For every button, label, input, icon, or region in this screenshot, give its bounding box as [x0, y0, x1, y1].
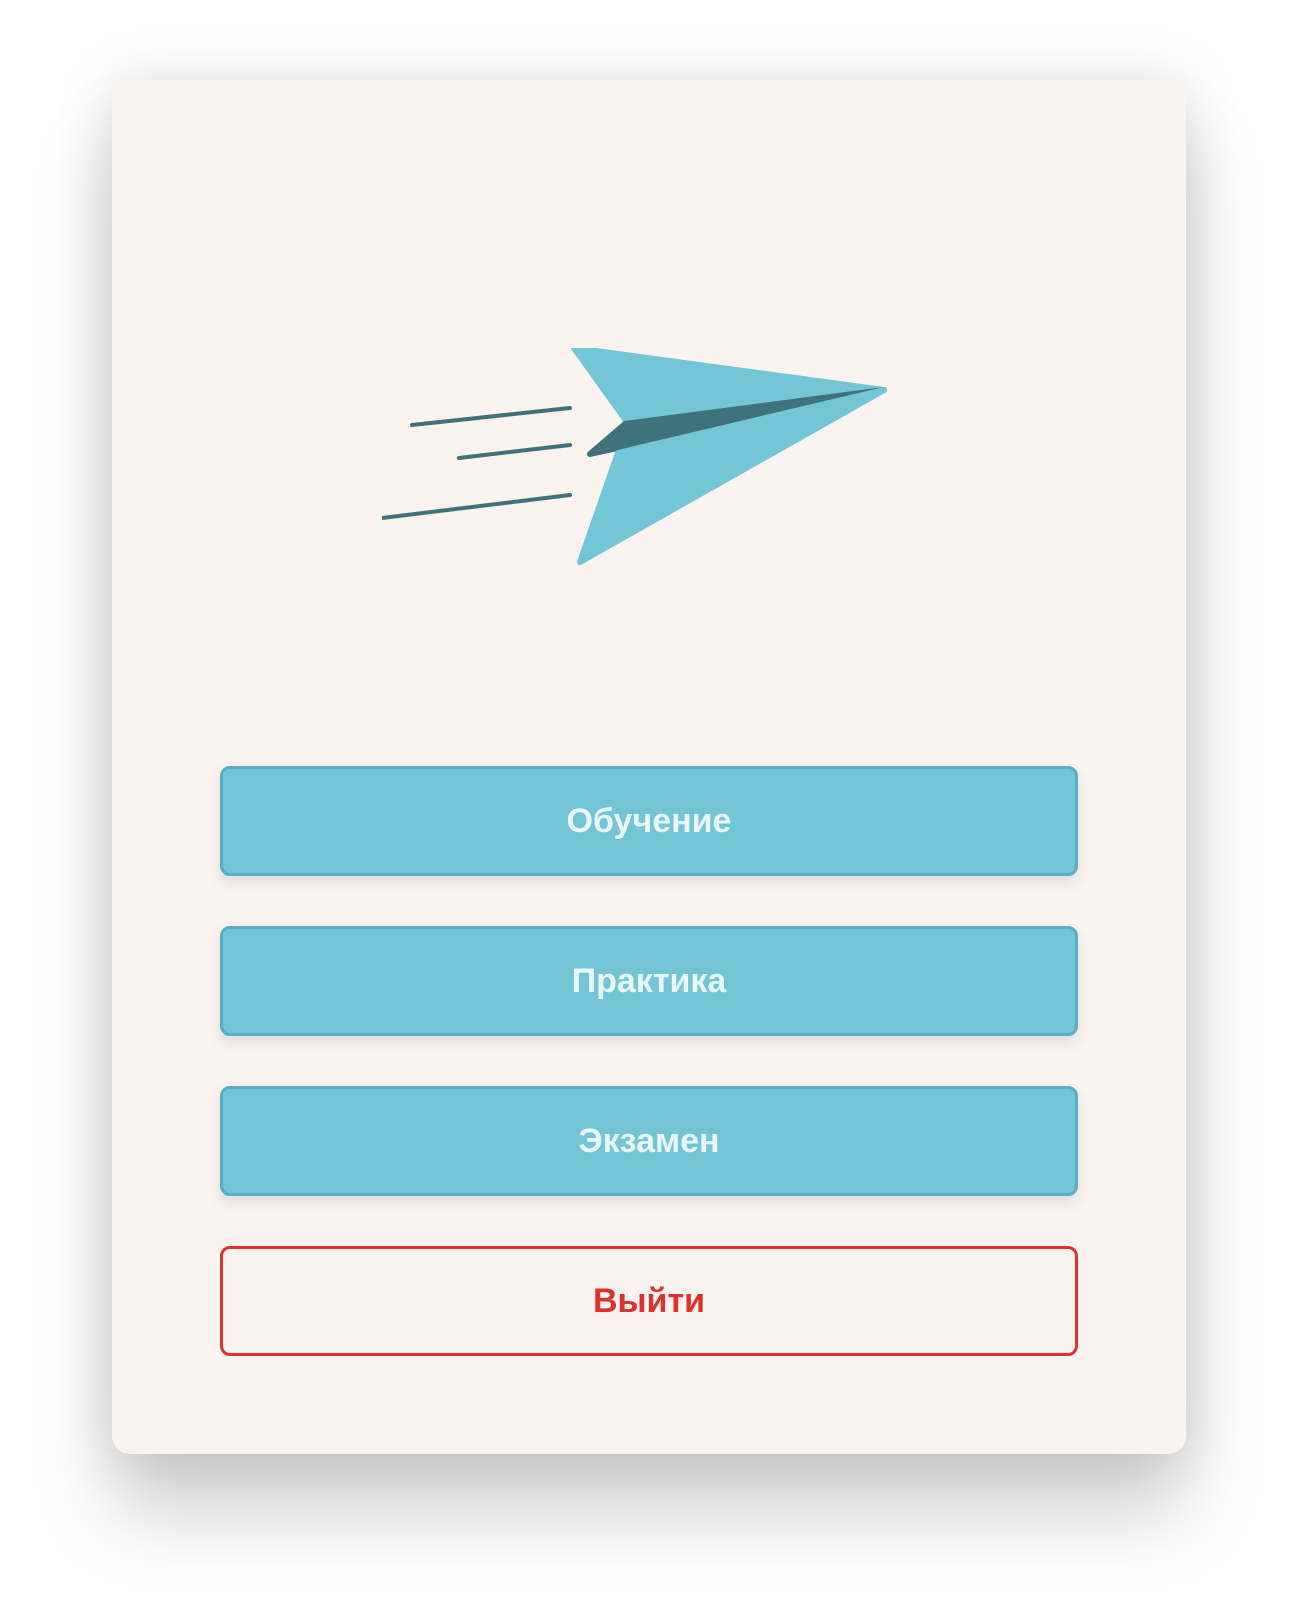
learning-button[interactable]: Обучение — [220, 766, 1078, 876]
exit-button[interactable]: Выйти — [220, 1246, 1078, 1356]
exam-button[interactable]: Экзамен — [220, 1086, 1078, 1196]
logo — [380, 345, 902, 578]
paper-plane-icon — [380, 345, 887, 565]
main-window: Обучение Практика Экзамен Выйти — [112, 80, 1186, 1454]
main-menu: Обучение Практика Экзамен Выйти — [220, 766, 1078, 1406]
practice-button[interactable]: Практика — [220, 926, 1078, 1036]
